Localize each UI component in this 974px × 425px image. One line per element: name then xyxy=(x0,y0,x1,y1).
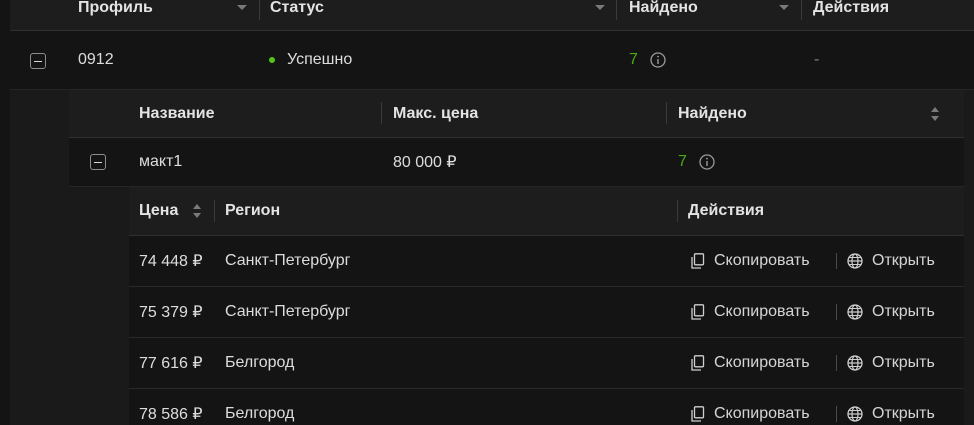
expanded-profile-panel: Название Макс. цена Найдено макт1 80 000… xyxy=(10,90,974,425)
column-header-status[interactable]: Статус xyxy=(270,0,324,30)
info-icon[interactable] xyxy=(650,52,666,68)
offer-price-cell: 75 379 ₽ xyxy=(139,304,203,321)
open-label: Открыть xyxy=(872,252,935,269)
status-text: Успешно xyxy=(287,51,353,68)
globe-icon xyxy=(847,406,863,422)
offer-row: 77 616 ₽ Белгород Скопировать Открыть xyxy=(129,338,964,389)
globe-icon xyxy=(847,355,863,371)
open-button[interactable]: Открыть xyxy=(847,287,935,337)
copy-icon xyxy=(691,355,705,371)
open-button[interactable]: Открыть xyxy=(847,389,935,425)
copy-label: Скопировать xyxy=(714,405,810,422)
sort-icon[interactable] xyxy=(929,105,941,123)
column-header-price[interactable]: Цена xyxy=(139,187,178,235)
column-header-max-price: Макс. цена xyxy=(393,104,479,122)
open-button[interactable]: Открыть xyxy=(847,338,935,388)
copy-label: Скопировать xyxy=(714,252,810,269)
column-separator xyxy=(214,200,215,222)
globe-icon xyxy=(847,253,863,269)
open-label: Открыть xyxy=(872,405,935,422)
offer-row: 75 379 ₽ Санкт-Петербург Скопировать Отк… xyxy=(129,287,964,338)
copy-icon xyxy=(691,304,705,320)
globe-icon xyxy=(847,304,863,320)
column-separator xyxy=(801,0,802,20)
action-separator xyxy=(836,406,837,422)
filter-icon[interactable] xyxy=(236,0,248,14)
filter-icon[interactable] xyxy=(778,0,790,14)
items-table-header: Название Макс. цена Найдено xyxy=(69,90,964,138)
action-separator xyxy=(836,304,837,320)
sort-icon[interactable] xyxy=(191,202,203,220)
offer-price-cell: 77 616 ₽ xyxy=(139,355,203,372)
column-header-actions: Действия xyxy=(688,202,765,219)
status-cell: Успешно xyxy=(269,31,352,89)
column-separator xyxy=(259,0,260,20)
status-success-dot xyxy=(269,57,275,63)
offers-table-header: Цена Регион Действия xyxy=(129,187,964,236)
offer-region-cell: Белгород xyxy=(225,354,295,371)
item-found-cell: 7 xyxy=(678,138,715,186)
item-max-price-cell: 80 000 ₽ xyxy=(393,154,457,171)
copy-icon xyxy=(691,406,705,422)
profiles-table-header: Профиль Статус Найдено Действия xyxy=(10,0,974,31)
column-separator xyxy=(616,0,617,20)
column-header-name: Название xyxy=(139,104,215,122)
copy-label: Скопировать xyxy=(714,303,810,320)
offer-region-cell: Белгород xyxy=(225,405,295,422)
found-count[interactable]: 7 xyxy=(678,153,687,171)
column-separator xyxy=(381,102,382,124)
actions-cell: - xyxy=(814,51,820,68)
offer-price-cell: 74 448 ₽ xyxy=(139,253,203,270)
collapse-row-button[interactable] xyxy=(30,53,46,69)
copy-button[interactable]: Скопировать xyxy=(691,236,810,286)
column-header-region: Регион xyxy=(225,202,281,219)
results-page: Профиль Статус Найдено Действия 0912 Усп… xyxy=(0,0,974,425)
profile-row: 0912 Успешно 7 - xyxy=(10,31,974,90)
collapse-item-button[interactable] xyxy=(90,154,106,170)
action-separator xyxy=(836,355,837,371)
offer-region-cell: Санкт-Петербург xyxy=(225,303,351,320)
copy-label: Скопировать xyxy=(714,354,810,371)
found-cell: 7 xyxy=(629,31,666,89)
open-label: Открыть xyxy=(872,354,935,371)
open-button[interactable]: Открыть xyxy=(847,236,935,286)
column-separator xyxy=(677,200,678,222)
info-icon[interactable] xyxy=(699,154,715,170)
column-separator xyxy=(666,102,667,124)
item-name-cell: макт1 xyxy=(139,153,183,170)
column-header-found[interactable]: Найдено xyxy=(629,0,698,30)
open-label: Открыть xyxy=(872,303,935,320)
action-separator xyxy=(836,253,837,269)
offer-row: 74 448 ₽ Санкт-Петербург Скопировать Отк… xyxy=(129,236,964,287)
found-count[interactable]: 7 xyxy=(629,51,638,69)
offer-row: 78 586 ₽ Белгород Скопировать Открыть xyxy=(129,389,964,425)
column-header-found[interactable]: Найдено xyxy=(678,90,747,137)
offer-price-cell: 78 586 ₽ xyxy=(139,406,203,423)
copy-button[interactable]: Скопировать xyxy=(691,287,810,337)
copy-button[interactable]: Скопировать xyxy=(691,338,810,388)
item-row: макт1 80 000 ₽ 7 xyxy=(69,138,964,187)
copy-button[interactable]: Скопировать xyxy=(691,389,810,425)
filter-icon[interactable] xyxy=(594,0,606,14)
column-header-profile[interactable]: Профиль xyxy=(78,0,153,30)
profile-cell: 0912 xyxy=(78,51,114,68)
copy-icon xyxy=(691,253,705,269)
offer-region-cell: Санкт-Петербург xyxy=(225,252,351,269)
column-header-actions: Действия xyxy=(813,0,890,16)
